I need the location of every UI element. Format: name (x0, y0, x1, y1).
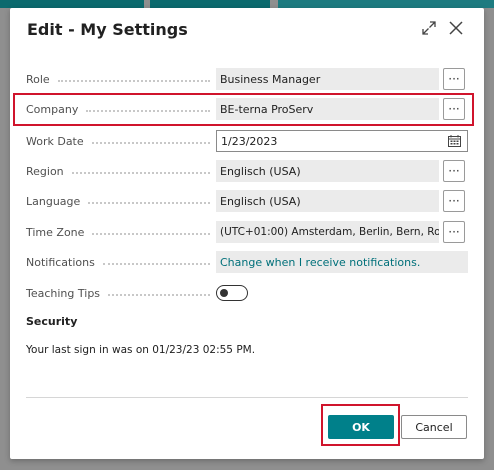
work-date-label-text: Work Date (26, 134, 84, 148)
security-heading: Security (26, 315, 78, 328)
language-assist-button[interactable]: ··· (443, 190, 465, 212)
calendar-icon[interactable] (448, 135, 461, 147)
label-leader-dots (88, 202, 210, 204)
region-label-text: Region (26, 164, 64, 178)
role-label-text: Role (26, 72, 50, 86)
role-field[interactable]: Business Manager (216, 68, 439, 90)
region-assist-button[interactable]: ··· (443, 160, 465, 182)
company-label-text: Company (26, 102, 79, 116)
language-label: Language (26, 190, 216, 212)
company-assist-button[interactable]: ··· (443, 98, 465, 120)
work-date-input[interactable]: 1/23/2023 (216, 130, 468, 152)
close-icon[interactable] (447, 19, 465, 37)
company-label: Company (26, 98, 216, 120)
region-field[interactable]: Englisch (USA) (216, 160, 439, 182)
dialog-title: Edit - My Settings (27, 20, 188, 39)
region-label: Region (26, 160, 216, 182)
role-assist-button[interactable]: ··· (443, 68, 465, 90)
background-tab-bar (0, 0, 144, 8)
work-date-value: 1/23/2023 (221, 134, 278, 148)
toggle-knob (220, 288, 228, 297)
my-settings-dialog: Edit - My Settings Role Business Manager… (10, 8, 484, 459)
teaching-tips-label-text: Teaching Tips (26, 286, 101, 300)
label-leader-dots (86, 110, 210, 112)
cancel-button[interactable]: Cancel (401, 415, 467, 439)
language-label-text: Language (26, 194, 81, 208)
footer-divider (26, 397, 468, 398)
ok-button[interactable]: OK (328, 415, 394, 439)
label-leader-dots (92, 233, 210, 235)
notifications-link[interactable]: Change when I receive notifications. (216, 251, 468, 273)
label-leader-dots (71, 172, 210, 174)
notifications-label: Notifications (26, 251, 216, 273)
teaching-tips-toggle[interactable] (216, 285, 248, 301)
language-field[interactable]: Englisch (USA) (216, 190, 439, 212)
background-tab-bar (150, 0, 270, 8)
company-field[interactable]: BE-terna ProServ (216, 98, 439, 120)
work-date-label: Work Date (26, 130, 216, 152)
time-zone-label: Time Zone (26, 221, 216, 243)
last-sign-in-text: Your last sign in was on 01/23/23 02:55 … (26, 344, 256, 356)
label-leader-dots (91, 142, 210, 144)
expand-icon[interactable] (420, 19, 438, 37)
notifications-label-text: Notifications (26, 255, 95, 269)
label-leader-dots (102, 263, 210, 265)
time-zone-label-text: Time Zone (26, 225, 85, 239)
label-leader-dots (57, 80, 210, 82)
teaching-tips-label: Teaching Tips (26, 282, 216, 304)
background-tab-bar (278, 0, 494, 8)
time-zone-assist-button[interactable]: ··· (443, 221, 465, 243)
time-zone-field[interactable]: (UTC+01:00) Amsterdam, Berlin, Bern, Ro.… (216, 221, 439, 243)
label-leader-dots (108, 294, 210, 296)
role-label: Role (26, 68, 216, 90)
